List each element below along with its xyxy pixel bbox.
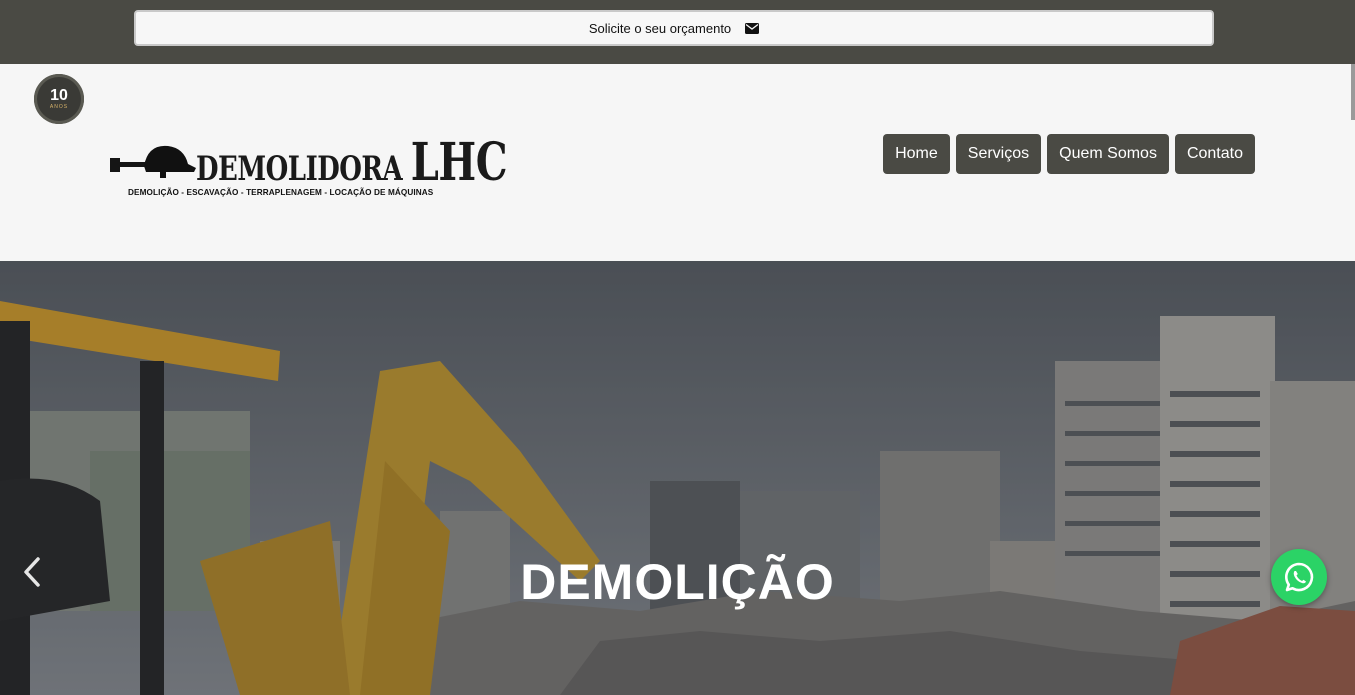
company-logo[interactable]: DEMOLIDORA LHC DEMOLIÇÃO - ESCAVAÇÃO - T… xyxy=(108,120,508,205)
nav-about[interactable]: Quem Somos xyxy=(1047,134,1169,174)
nav-contact[interactable]: Contato xyxy=(1174,134,1255,174)
chevron-left-icon[interactable] xyxy=(20,555,44,589)
hero-slider xyxy=(0,261,1355,695)
logo-title-part1: DEMOLIDORA xyxy=(196,150,403,190)
logo-title: DEMOLIDORA LHC xyxy=(196,132,508,194)
logo-tagline: DEMOLIÇÃO - ESCAVAÇÃO - TERRAPLENAGEM - … xyxy=(128,188,434,197)
ten-years-badge: 10 ANOS xyxy=(34,74,84,124)
badge-sub: ANOS xyxy=(49,104,69,110)
envelope-icon xyxy=(745,22,760,34)
request-quote-button[interactable]: Solicite o seu orçamento xyxy=(134,10,1214,46)
top-bar: Solicite o seu orçamento xyxy=(0,0,1355,64)
whatsapp-icon xyxy=(1284,562,1314,592)
whatsapp-button[interactable] xyxy=(1271,549,1327,605)
badge-number: 10 xyxy=(50,87,68,104)
hero-overlay xyxy=(0,261,1355,695)
logo-title-part2: LHC xyxy=(410,132,508,194)
hero-title: DEMOLIÇÃO xyxy=(520,554,835,610)
scrollbar-thumb[interactable] xyxy=(1351,64,1355,120)
nav-services[interactable]: Serviços xyxy=(955,134,1042,174)
main-nav: Home Serviços Quem Somos Contato xyxy=(883,134,1255,174)
request-quote-label: Solicite o seu orçamento xyxy=(588,20,732,36)
nav-home[interactable]: Home xyxy=(883,134,950,174)
